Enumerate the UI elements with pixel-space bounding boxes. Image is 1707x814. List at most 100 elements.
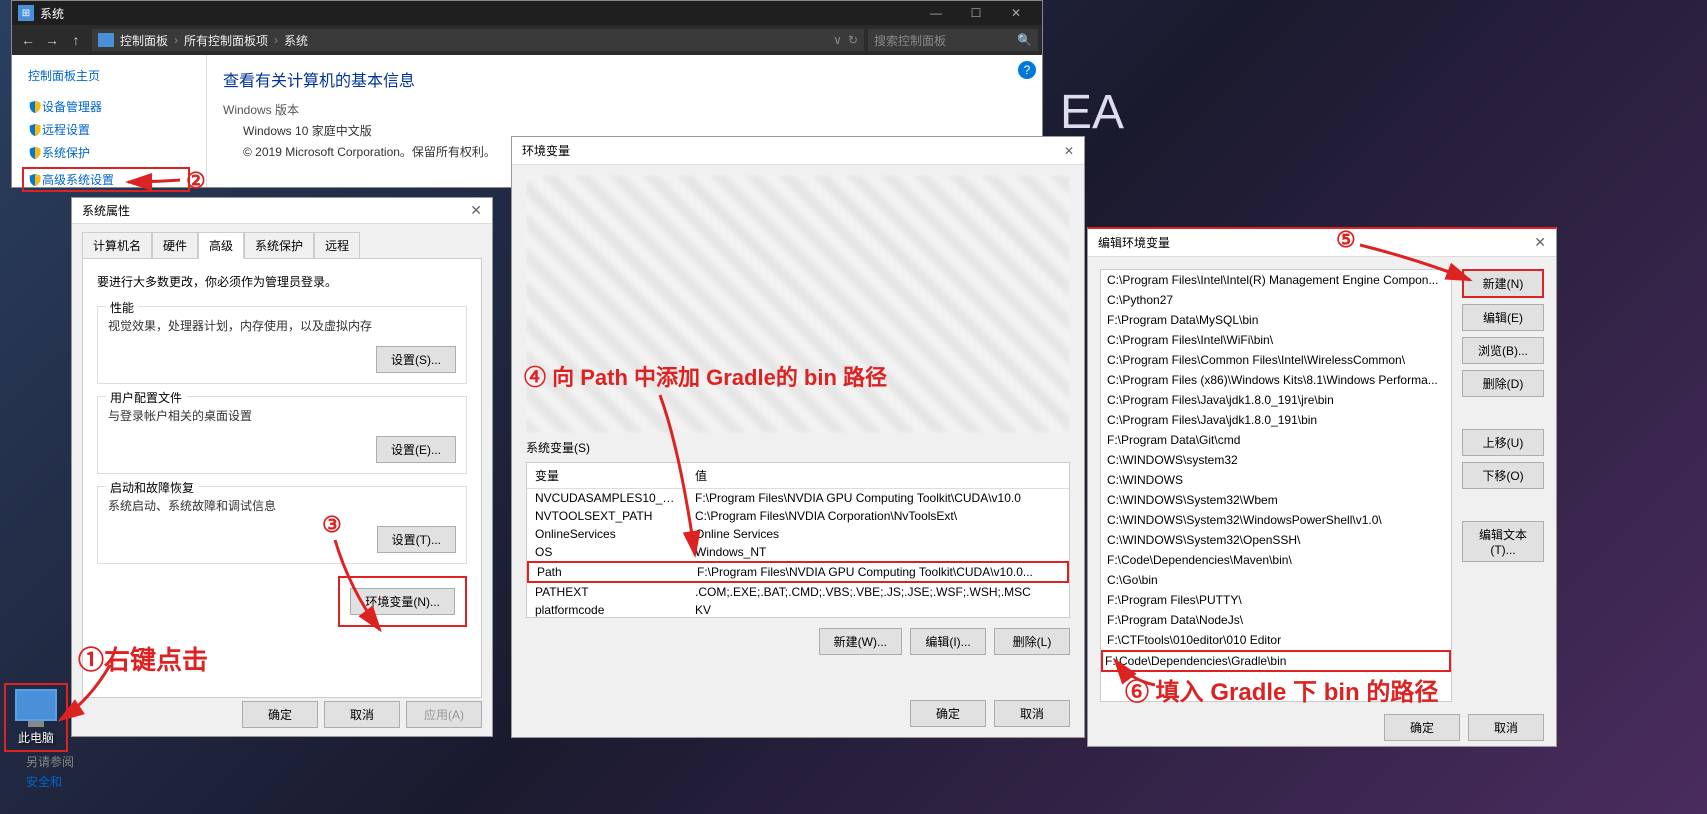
sp-tab-hardware[interactable]: 硬件 bbox=[152, 232, 198, 259]
env-delete-button[interactable]: 删除(L) bbox=[994, 628, 1070, 655]
address-bar[interactable]: 控制面板 › 所有控制面板项 › 系统 ∨ ↻ bbox=[92, 29, 864, 51]
edit-browse-button[interactable]: 浏览(B)... bbox=[1462, 337, 1544, 364]
edit-path-list[interactable]: C:\Program Files\Intel\Intel(R) Manageme… bbox=[1100, 269, 1452, 702]
env-edit-button[interactable]: 编辑(I)... bbox=[910, 628, 986, 655]
env-new-button[interactable]: 新建(W)... bbox=[819, 628, 902, 655]
sp-cancel-button[interactable]: 取消 bbox=[324, 701, 400, 728]
sidebar-remote[interactable]: 远程设置 bbox=[28, 121, 190, 138]
search-placeholder: 搜索控制面板 bbox=[874, 32, 946, 49]
sidebar-protection[interactable]: 系统保护 bbox=[28, 144, 190, 161]
security-link[interactable]: 安全和 bbox=[26, 773, 62, 790]
system-sidebar: 控制面板主页 设备管理器 远程设置 系统保护 高级系统设置 bbox=[12, 55, 207, 187]
env-row[interactable]: OSWindows_NT bbox=[527, 543, 1069, 561]
edit-cancel-button[interactable]: 取消 bbox=[1468, 714, 1544, 741]
sp-group-title: 用户配置文件 bbox=[106, 389, 186, 406]
desktop-this-pc-icon[interactable]: 此电脑 bbox=[4, 683, 68, 752]
path-item[interactable]: C:\Python27 bbox=[1101, 290, 1451, 310]
sp-tabs: 计算机名 硬件 高级 系统保护 远程 bbox=[72, 224, 492, 259]
env-variables-dialog: 环境变量 ✕ 系统变量(S) 变量 值 NVCUDASAMPLES10_0_FF… bbox=[511, 136, 1085, 738]
env-row[interactable]: NVCUDASAMPLES10_0_FF:\Program Files\NVDI… bbox=[527, 489, 1069, 507]
sp-apply-button[interactable]: 应用(A) bbox=[406, 701, 482, 728]
path-item[interactable]: F:\Program Data\NodeJs\ bbox=[1101, 610, 1451, 630]
edit-titlebar: 编辑环境变量 ✕ bbox=[1088, 229, 1556, 257]
path-item[interactable]: C:\WINDOWS\System32\Wbem bbox=[1101, 490, 1451, 510]
path-item[interactable]: F:\Program Files\PUTTY\ bbox=[1101, 590, 1451, 610]
path-item[interactable]: C:\WINDOWS\System32\OpenSSH\ bbox=[1101, 530, 1451, 550]
path-item[interactable]: C:\Program Files\Intel\Intel(R) Manageme… bbox=[1101, 270, 1451, 290]
maximize-button[interactable]: ☐ bbox=[956, 6, 996, 20]
path-item[interactable]: C:\Program Files\Intel\WiFi\bin\ bbox=[1101, 330, 1451, 350]
help-icon[interactable]: ? bbox=[1018, 61, 1036, 79]
forward-button[interactable]: → bbox=[40, 32, 64, 48]
env-row[interactable]: platformcodeKV bbox=[527, 601, 1069, 618]
up-button[interactable]: ↑ bbox=[64, 32, 88, 48]
minimize-button[interactable]: — bbox=[916, 6, 956, 20]
env-title-text: 环境变量 bbox=[522, 142, 570, 159]
edit-close-button[interactable]: ✕ bbox=[1534, 234, 1546, 251]
edit-down-button[interactable]: 下移(O) bbox=[1462, 462, 1544, 489]
env-row[interactable]: NVTOOLSEXT_PATHC:\Program Files\NVDIA Co… bbox=[527, 507, 1069, 525]
path-item[interactable]: C:\Program Files\Common Files\Intel\Wire… bbox=[1101, 350, 1451, 370]
breadcrumb-all[interactable]: 所有控制面板项 bbox=[184, 32, 268, 49]
path-item[interactable]: C:\Program Files\Java\jdk1.8.0_191\jre\b… bbox=[1101, 390, 1451, 410]
env-sys-label: 系统变量(S) bbox=[526, 439, 1070, 456]
sp-titlebar: 系统属性 ✕ bbox=[72, 198, 492, 224]
path-item[interactable]: C:\Program Files (x86)\Windows Kits\8.1\… bbox=[1101, 370, 1451, 390]
env-cancel-button[interactable]: 取消 bbox=[994, 700, 1070, 727]
env-row[interactable]: OnlineServicesOnline Services bbox=[527, 525, 1069, 543]
env-sys-buttons: 新建(W)... 编辑(I)... 删除(L) bbox=[526, 628, 1070, 655]
edit-text-button[interactable]: 编辑文本(T)... bbox=[1462, 521, 1544, 562]
sp-ok-button[interactable]: 确定 bbox=[242, 701, 318, 728]
sp-group-desc: 视觉效果，处理器计划，内存使用，以及虚拟内存 bbox=[108, 317, 456, 334]
sp-tab-protection[interactable]: 系统保护 bbox=[244, 232, 314, 259]
breadcrumb-current[interactable]: 系统 bbox=[284, 32, 308, 49]
sp-startup-settings-button[interactable]: 设置(T)... bbox=[377, 526, 456, 553]
path-item[interactable]: C:\WINDOWS bbox=[1101, 470, 1451, 490]
edit-delete-button[interactable]: 删除(D) bbox=[1462, 370, 1544, 397]
sp-close-button[interactable]: ✕ bbox=[470, 202, 482, 219]
sp-group-title: 性能 bbox=[106, 299, 138, 316]
path-item[interactable]: F:\CTFtools\010editor\010 Editor bbox=[1101, 630, 1451, 650]
path-item[interactable]: F:\Code\Dependencies\Maven\bin\ bbox=[1101, 550, 1451, 570]
path-item-editing[interactable]: F:\Code\Dependencies\Gradle\bin bbox=[1105, 654, 1447, 668]
sp-tab-computer-name[interactable]: 计算机名 bbox=[82, 232, 152, 259]
sp-group-desc: 与登录帐户相关的桌面设置 bbox=[108, 407, 456, 424]
breadcrumb-root[interactable]: 控制面板 bbox=[120, 32, 168, 49]
search-box[interactable]: 搜索控制面板 🔍 bbox=[868, 29, 1038, 51]
sp-tab-remote[interactable]: 远程 bbox=[314, 232, 360, 259]
sp-group-user-profiles: 用户配置文件 与登录帐户相关的桌面设置 设置(E)... bbox=[97, 396, 467, 474]
edit-ok-button[interactable]: 确定 bbox=[1384, 714, 1460, 741]
back-button[interactable]: ← bbox=[16, 32, 40, 48]
sp-tab-advanced[interactable]: 高级 bbox=[198, 232, 244, 259]
sidebar-home[interactable]: 控制面板主页 bbox=[28, 67, 190, 84]
sp-performance-settings-button[interactable]: 设置(S)... bbox=[376, 346, 456, 373]
system-icon: ⊞ bbox=[18, 5, 34, 21]
sp-env-variables-button[interactable]: 环境变量(N)... bbox=[350, 588, 455, 615]
sp-title-text: 系统属性 bbox=[82, 202, 130, 219]
sp-admin-note: 要进行大多数更改，你必须作为管理员登录。 bbox=[97, 273, 467, 290]
env-row[interactable]: PathF:\Program Files\NVDIA GPU Computing… bbox=[527, 561, 1069, 583]
path-item[interactable]: C:\Program Files\Java\jdk1.8.0_191\bin bbox=[1101, 410, 1451, 430]
edit-up-button[interactable]: 上移(U) bbox=[1462, 429, 1544, 456]
env-close-button[interactable]: ✕ bbox=[1064, 144, 1074, 158]
sidebar-advanced[interactable]: 高级系统设置 bbox=[22, 167, 190, 192]
monitor-icon bbox=[15, 689, 57, 721]
path-item[interactable]: C:\WINDOWS\System32\WindowsPowerShell\v1… bbox=[1101, 510, 1451, 530]
path-item[interactable]: C:\WINDOWS\system32 bbox=[1101, 450, 1451, 470]
system-titlebar: ⊞ 系统 — ☐ ✕ bbox=[12, 1, 1042, 25]
sp-group-title: 启动和故障恢复 bbox=[106, 479, 198, 496]
env-row[interactable]: PATHEXT.COM;.EXE;.BAT;.CMD;.VBS;.VBE;.JS… bbox=[527, 583, 1069, 601]
path-item[interactable]: F:\Program Data\MySQL\bin bbox=[1101, 310, 1451, 330]
path-item[interactable]: C:\Go\bin bbox=[1101, 570, 1451, 590]
system-title: 系统 bbox=[40, 5, 64, 22]
env-ok-button[interactable]: 确定 bbox=[910, 700, 986, 727]
env-hdr-value[interactable]: 值 bbox=[687, 463, 1069, 488]
edit-new-button[interactable]: 新建(N) bbox=[1462, 269, 1544, 298]
sidebar-device-manager[interactable]: 设备管理器 bbox=[28, 98, 190, 115]
see-also-label: 另请参阅 bbox=[26, 753, 74, 770]
close-button[interactable]: ✕ bbox=[996, 6, 1036, 20]
edit-edit-button[interactable]: 编辑(E) bbox=[1462, 304, 1544, 331]
sp-profiles-settings-button[interactable]: 设置(E)... bbox=[376, 436, 456, 463]
env-hdr-variable[interactable]: 变量 bbox=[527, 463, 687, 488]
path-item[interactable]: F:\Program Data\Git\cmd bbox=[1101, 430, 1451, 450]
